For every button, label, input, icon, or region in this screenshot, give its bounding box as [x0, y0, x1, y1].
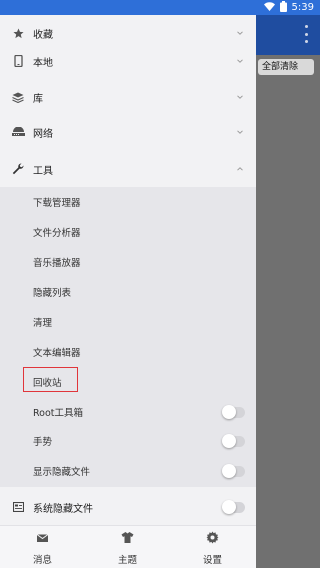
tool-hidden-list[interactable]: 隐藏列表	[0, 279, 256, 305]
gear-icon	[206, 531, 219, 544]
chevron-up-icon	[237, 167, 243, 171]
nav-settings[interactable]: 设置	[170, 526, 255, 568]
chevron-down-icon	[237, 59, 243, 63]
drawer-item-local[interactable]: 本地	[0, 43, 256, 79]
drawer-item-library[interactable]: 库	[0, 79, 256, 115]
nav-label: 设置	[202, 555, 222, 566]
message-icon	[36, 534, 49, 542]
more-options-icon[interactable]	[304, 25, 308, 43]
status-bar: 5:39	[0, 0, 320, 15]
chevron-down-icon	[237, 130, 243, 134]
nav-theme[interactable]: 主题	[85, 526, 170, 568]
tool-cleaner[interactable]: 清理	[0, 309, 256, 335]
drawer-item-label: 工具	[33, 165, 53, 177]
tool-show-hidden-files[interactable]: 显示隐藏文件	[0, 458, 256, 484]
wifi-icon	[263, 1, 275, 14]
navigation-drawer: 收藏 本地 库 网络 工具 下载管理器 文件分析器 音乐播放器 隐藏列表 清理 …	[0, 15, 256, 568]
tool-music-player[interactable]: 音乐播放器	[0, 249, 256, 275]
tool-download-manager[interactable]: 下载管理器	[0, 189, 256, 215]
gestures-toggle[interactable]	[222, 433, 245, 448]
drawer-item-tools[interactable]: 工具	[0, 151, 256, 187]
drawer-item-label: 库	[33, 93, 43, 105]
battery-icon	[279, 0, 287, 15]
background-app: 全部清除	[256, 15, 320, 568]
tool-gestures[interactable]: 手势	[0, 428, 256, 454]
show-hidden-files-toggle[interactable]	[222, 463, 245, 478]
nav-messages[interactable]: 消息	[0, 526, 85, 568]
system-hidden-files-label: 系统隐藏文件	[33, 503, 93, 515]
tool-label: Root工具箱	[33, 408, 84, 419]
tool-label: 音乐播放器	[33, 258, 81, 269]
tool-label: 文件分析器	[33, 228, 81, 239]
drawer-item-label: 网络	[33, 128, 53, 140]
nav-label: 消息	[32, 555, 52, 566]
tool-label: 手势	[33, 437, 53, 448]
clear-all-button[interactable]: 全部清除	[258, 59, 314, 75]
drawer-item-network[interactable]: 网络	[0, 114, 256, 150]
system-hidden-files-toggle[interactable]	[222, 499, 245, 514]
bottom-nav: 消息 主题 设置	[0, 525, 256, 568]
system-hidden-files-row[interactable]: 系统隐藏文件	[0, 489, 256, 525]
system-file-icon	[11, 500, 25, 514]
tool-label: 清理	[33, 318, 53, 329]
tool-label: 下载管理器	[33, 198, 81, 209]
recycle-bin-highlight	[23, 367, 78, 392]
tool-file-analyzer[interactable]: 文件分析器	[0, 219, 256, 245]
wrench-icon	[11, 162, 25, 176]
tool-label: 显示隐藏文件	[33, 467, 91, 478]
drawer-item-label: 本地	[33, 57, 53, 69]
nav-label: 主题	[117, 555, 137, 566]
shirt-icon	[121, 532, 134, 543]
network-icon	[11, 125, 25, 139]
status-time: 5:39	[291, 2, 314, 13]
root-toolbox-toggle[interactable]	[222, 404, 245, 419]
tool-label: 隐藏列表	[33, 288, 72, 299]
library-icon	[11, 90, 25, 104]
chevron-down-icon	[237, 95, 243, 99]
tool-root-toolbox[interactable]: Root工具箱	[0, 399, 256, 425]
tools-submenu: 下载管理器 文件分析器 音乐播放器 隐藏列表 清理 文本编辑器 回收站 Root…	[0, 187, 256, 487]
drawer-item-label: 收藏	[33, 29, 53, 41]
tool-text-editor[interactable]: 文本编辑器	[0, 339, 256, 365]
tool-label: 文本编辑器	[33, 348, 81, 359]
star-icon	[11, 26, 25, 40]
background-toolbar	[256, 15, 320, 55]
chevron-down-icon	[237, 31, 243, 35]
phone-icon	[11, 54, 25, 68]
